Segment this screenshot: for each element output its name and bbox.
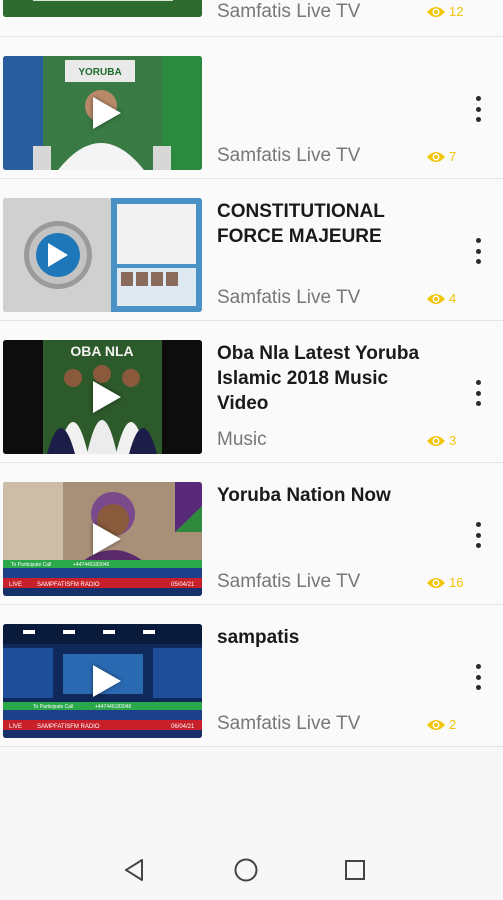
video-title: sampatis (217, 627, 300, 648)
channel-name: Samfatis Live TV (217, 145, 361, 166)
video-title (217, 37, 337, 43)
view-count: 16 (426, 574, 463, 592)
view-count-value: 3 (449, 433, 457, 448)
thumb-radio-text: SAMPFATISFM RADIO (37, 724, 100, 730)
view-count: 12 (426, 3, 463, 21)
play-icon[interactable] (92, 381, 121, 413)
video-title: Yoruba Nation Now (217, 485, 391, 506)
video-item[interactable]: To Participate Call +447446183046 LIVE S… (0, 463, 503, 605)
more-vert-icon[interactable] (468, 378, 488, 408)
video-thumbnail[interactable] (3, 0, 202, 17)
more-vert-icon[interactable] (468, 94, 488, 124)
eye-icon (427, 294, 445, 304)
view-count: 4 (426, 290, 456, 308)
video-thumbnail[interactable]: YORUBA (3, 56, 202, 170)
thumb-phone-text: +447446183046 (73, 562, 110, 568)
thumb-live-text: LIVE (9, 724, 22, 730)
more-vert-icon[interactable] (468, 662, 488, 692)
thumb-phone-text: +447446183046 (95, 704, 132, 710)
square-recent-icon[interactable] (340, 855, 370, 885)
eye-icon (427, 720, 445, 730)
thumb-oba-text: OBA NLA (70, 343, 133, 359)
eye-icon (427, 578, 445, 588)
video-title: Oba Nla Latest Yoruba Islamic 2018 Music… (217, 343, 420, 414)
circle-home-icon[interactable] (231, 855, 261, 885)
play-icon[interactable] (92, 523, 121, 555)
view-count-value: 12 (449, 4, 464, 19)
video-item[interactable]: CONSTITUTIONAL FORCE MAJEURE Samfatis Li… (0, 179, 503, 321)
triangle-back-icon[interactable] (120, 855, 150, 885)
more-vert-icon[interactable] (468, 520, 488, 550)
thumb-date-text: 05/04/21 (171, 582, 195, 588)
play-icon[interactable] (92, 97, 121, 129)
play-icon[interactable] (92, 665, 121, 697)
view-count: 7 (426, 148, 456, 166)
view-count: 2 (426, 716, 456, 734)
video-item[interactable]: Samfatis Live TV 12 (0, 0, 503, 37)
thumb-date-text: 06/04/21 (171, 724, 195, 730)
video-item[interactable]: To Participate Call +447446183046 LIVE S… (0, 605, 503, 747)
thumb-radio-text: SAMPFATISFM RADIO (37, 582, 100, 588)
view-count: 3 (426, 432, 456, 450)
video-thumbnail[interactable]: To Participate Call +447446183046 LIVE S… (3, 482, 202, 596)
video-thumbnail[interactable]: OBA NLA (3, 340, 202, 454)
view-count-value: 2 (449, 717, 457, 732)
more-vert-icon[interactable] (468, 236, 488, 266)
eye-icon (427, 436, 445, 446)
thumb-banner-text: YORUBA (78, 67, 121, 78)
channel-name: Samfatis Live TV (217, 713, 361, 734)
system-nav-bar (0, 838, 503, 900)
thumb-participate-text: To Participate Call (11, 562, 51, 568)
video-list[interactable]: Samfatis Live TV 12 YORUBA Samfatis Live… (0, 0, 503, 747)
eye-icon (427, 7, 445, 17)
eye-icon (427, 152, 445, 162)
thumb-live-text: LIVE (9, 582, 22, 588)
app-screen: Samfatis Live TV 12 YORUBA Samfatis Live… (0, 0, 503, 900)
video-thumbnail[interactable] (3, 198, 202, 312)
view-count-value: 16 (449, 575, 464, 590)
video-item[interactable]: OBA NLA Oba Nla Latest Yoruba Islamic 20… (0, 321, 503, 463)
video-title: CONSTITUTIONAL FORCE MAJEURE (217, 201, 385, 247)
channel-name: Samfatis Live TV (217, 571, 361, 592)
thumb-participate-text: To Participate Call (33, 704, 73, 710)
channel-name: Samfatis Live TV (217, 287, 361, 308)
video-item[interactable]: YORUBA Samfatis Live TV 7 (0, 37, 503, 179)
channel-name: Samfatis Live TV (217, 1, 361, 22)
channel-name: Music (217, 429, 267, 450)
video-thumbnail[interactable]: To Participate Call +447446183046 LIVE S… (3, 624, 202, 738)
view-count-value: 7 (449, 149, 457, 164)
view-count-value: 4 (449, 291, 457, 306)
